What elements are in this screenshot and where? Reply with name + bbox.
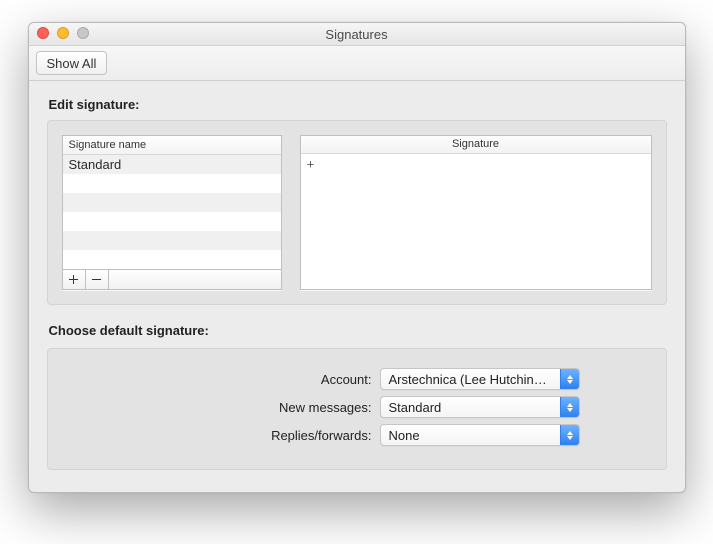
signature-list-panel: Signature name Standard [62,135,282,290]
signature-editor-body[interactable]: + [301,154,651,289]
replies-label: Replies/forwards: [62,428,380,443]
show-all-label: Show All [47,56,97,71]
plus-icon [69,275,78,284]
account-label: Account: [62,372,380,387]
signature-row[interactable]: Standard [63,155,281,174]
signature-list-rows[interactable]: Standard [63,155,281,269]
signature-list-header: Signature name [63,136,281,155]
signature-editor-header: Signature [301,136,651,154]
close-icon[interactable] [37,27,49,39]
minus-icon [92,275,101,284]
signature-row-empty [63,212,281,231]
signature-editor: Signature + [300,135,652,290]
edit-signature-group: Signature name Standard [47,120,667,305]
show-all-button[interactable]: Show All [36,51,108,75]
account-select[interactable]: Arstechnica (Lee Hutchinson) [380,368,580,390]
add-signature-button[interactable] [63,270,86,289]
account-value: Arstechnica (Lee Hutchinson) [381,372,560,387]
window-title: Signatures [325,27,387,42]
replies-value: None [381,428,560,443]
minimize-icon[interactable] [57,27,69,39]
signature-editor-panel: Signature + [300,135,652,290]
default-signature-group: Account: Arstechnica (Lee Hutchinson) Ne… [47,348,667,470]
toolbar: Show All [29,46,685,81]
edit-signature-label: Edit signature: [49,97,667,112]
signature-list: Signature name Standard [62,135,282,290]
signature-list-footer [63,269,281,289]
account-row: Account: Arstechnica (Lee Hutchinson) [62,367,652,391]
replies-row: Replies/forwards: None [62,423,652,447]
new-messages-value: Standard [381,400,560,415]
window-controls [37,27,89,39]
signature-row-empty [63,174,281,193]
choose-default-label: Choose default signature: [49,323,667,338]
preferences-window: Signatures Show All Edit signature: Sign… [28,22,686,493]
new-messages-select[interactable]: Standard [380,396,580,418]
zoom-icon[interactable] [77,27,89,39]
remove-signature-button[interactable] [86,270,109,289]
new-messages-row: New messages: Standard [62,395,652,419]
titlebar: Signatures [29,23,685,46]
replies-select[interactable]: None [380,424,580,446]
new-messages-label: New messages: [62,400,380,415]
signature-row-empty [63,231,281,250]
content-area: Edit signature: Signature name Standard [29,81,685,492]
updown-icon [560,397,579,417]
updown-icon [560,369,579,389]
signature-row-empty [63,193,281,212]
updown-icon [560,425,579,445]
signature-row-empty [63,250,281,269]
